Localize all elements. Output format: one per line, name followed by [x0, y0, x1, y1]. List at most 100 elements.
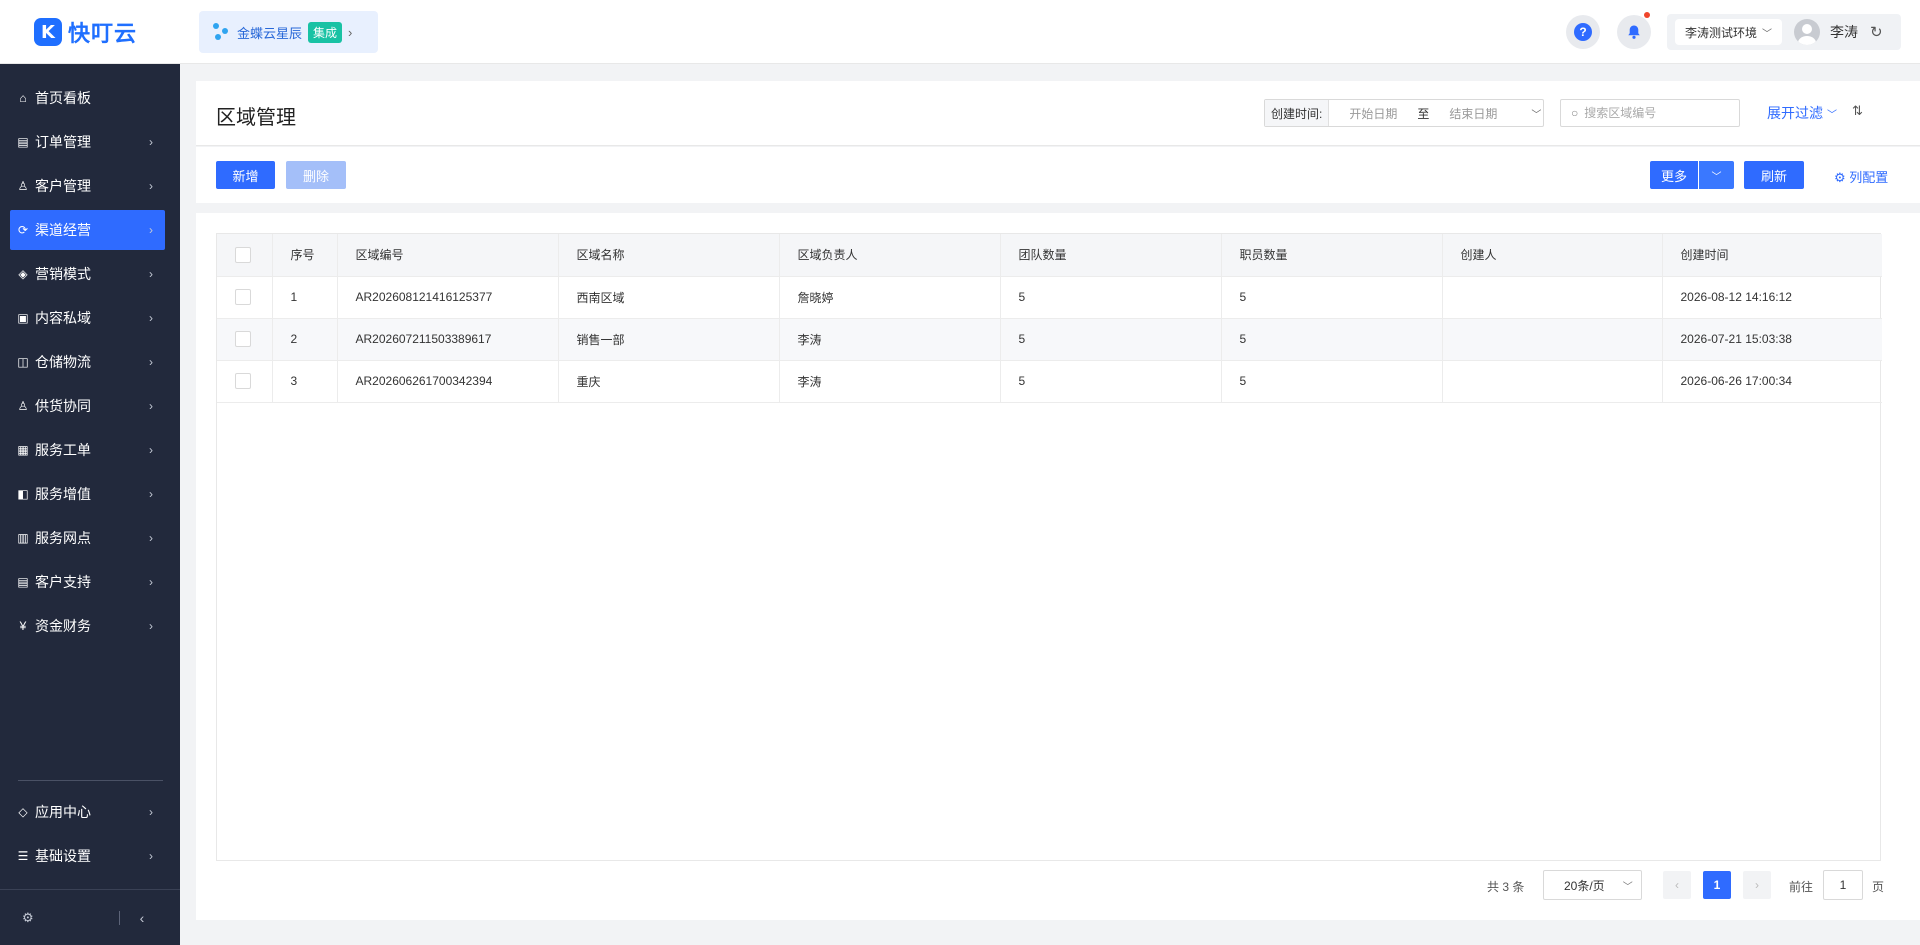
row-checkbox[interactable]	[235, 289, 251, 305]
table-cell: AR202607211503389617	[337, 318, 559, 361]
sidebar-item-channel[interactable]: ⟳ 渠道经营 ›	[10, 210, 165, 250]
sidebar-item-support[interactable]: ▤ 客户支持 ›	[10, 562, 165, 602]
sidebar-item-label: 首页看板	[35, 90, 91, 106]
notification-button[interactable]	[1617, 12, 1651, 49]
page-size-value: 20条/页	[1564, 878, 1605, 893]
table-panel: 序号 区域编号 区域名称 区域负责人 团队数量 职员数量 创建人 创建时间 1 AR202608…	[196, 213, 1920, 920]
select-all-cell	[217, 234, 273, 277]
sidebar-item-label: 订单管理	[35, 134, 91, 150]
more-dropdown[interactable]: 更多 ﹀	[1650, 161, 1734, 189]
search-input[interactable]	[1584, 106, 1715, 120]
sidebar-item-home[interactable]: ⌂ 首页看板	[10, 78, 165, 118]
table-row[interactable]: 3 AR202606261700342394 重庆 李涛 5 5 2026-06-26 17…	[217, 360, 1882, 403]
support-icon: ▤	[17, 575, 29, 589]
table-row[interactable]: 2 AR202607211503389617 销售一部 李涛 5 5 2026-07-21 …	[217, 318, 1882, 361]
table-cell	[1442, 318, 1663, 361]
sort-icon[interactable]: ⇅	[1852, 103, 1863, 119]
chevron-right-icon: ›	[149, 805, 153, 819]
chevron-right-icon: ›	[149, 135, 153, 149]
page-1-button[interactable]: 1	[1703, 871, 1731, 899]
data-table-container: 序号 区域编号 区域名称 区域负责人 团队数量 职员数量 创建人 创建时间 1 AR202608…	[216, 233, 1882, 861]
page-header: 区域管理 创建时间: 开始日期 至 结束日期 ﹀ ○ 展开过滤 ﹀ ⇅	[196, 81, 1920, 146]
chevron-right-icon: ›	[149, 399, 153, 413]
sidebar-item-label: 服务工单	[35, 442, 91, 458]
chevron-down-icon: ﹀	[1827, 110, 1837, 121]
table-cell: 销售一部	[558, 318, 780, 361]
created-time-label: 创建时间:	[1265, 100, 1330, 126]
ticket-icon: ▦	[17, 443, 29, 457]
row-checkbox[interactable]	[235, 331, 251, 347]
table-row[interactable]: 1 AR202608121416125377 西南区域 詹晓婷 5 5 2026-08-12…	[217, 276, 1882, 319]
delete-button[interactable]: 删除	[286, 161, 346, 189]
row-checkbox[interactable]	[235, 373, 251, 389]
sidebar-item-label: 客户支持	[35, 574, 91, 590]
settings-list-icon: ☰	[17, 849, 29, 863]
sidebar-item-store[interactable]: ▥ 服务网点 ›	[10, 518, 165, 558]
table-cell: AR202606261700342394	[337, 360, 559, 403]
table-cell: 2026-06-26 17:00:34	[1662, 360, 1882, 403]
refresh-icon[interactable]: ↻	[1870, 23, 1883, 41]
next-page-button[interactable]: ›	[1743, 871, 1771, 899]
avatar[interactable]	[1794, 19, 1821, 45]
search-box[interactable]: ○	[1560, 99, 1740, 127]
sidebar-item-label: 基础设置	[35, 848, 91, 864]
column-config-button[interactable]: ⚙ 列配置	[1834, 167, 1888, 186]
more-button[interactable]: 更多	[1650, 161, 1698, 189]
table-cell: 2	[272, 318, 338, 361]
table-header-row: 序号 区域编号 区域名称 区域负责人 团队数量 职员数量 创建人 创建时间	[217, 234, 1882, 277]
sidebar-item-label: 仓储物流	[35, 354, 91, 370]
created-date-range[interactable]: 创建时间: 开始日期 至 结束日期 ﹀	[1264, 99, 1544, 127]
sidebar-item-cube[interactable]: ◇ 应用中心 ›	[10, 792, 165, 832]
chevron-right-icon: ›	[149, 575, 153, 589]
sidebar-item-clipboard[interactable]: ▤ 订单管理 ›	[10, 122, 165, 162]
add-button[interactable]: 新增	[216, 161, 275, 189]
sidebar-item-label: 服务网点	[35, 530, 91, 546]
divider	[118, 910, 120, 925]
prev-page-button[interactable]: ‹	[1663, 871, 1691, 899]
select-all-checkbox[interactable]	[235, 246, 251, 263]
data-table: 序号 区域编号 区域名称 区域负责人 团队数量 职员数量 创建人 创建时间 1 AR202608…	[217, 234, 1882, 403]
logo[interactable]: K 快叮云	[34, 17, 137, 47]
start-date-input[interactable]: 开始日期	[1349, 105, 1397, 122]
gear-icon[interactable]: ⚙	[22, 910, 34, 926]
goto-page-input[interactable]	[1823, 870, 1863, 900]
logo-icon: K	[34, 18, 62, 46]
sidebar-item-user[interactable]: ♙ 客户管理 ›	[10, 166, 165, 206]
sidebar-item-tag[interactable]: ◈ 营销模式 ›	[10, 254, 165, 294]
sidebar-item-label: 服务增值	[35, 486, 91, 502]
chevron-right-icon: ›	[149, 267, 153, 281]
column-header: 区域名称	[558, 234, 780, 277]
chevron-right-icon: ›	[149, 179, 153, 193]
channel-icon: ⟳	[17, 223, 29, 237]
page-size-select[interactable]: 20条/页 ﹀	[1543, 870, 1642, 900]
help-button[interactable]: ?	[1566, 15, 1600, 49]
table-cell: 1	[272, 276, 338, 319]
chevron-right-icon: ›	[149, 443, 153, 457]
column-header: 区域编号	[337, 234, 559, 277]
expand-filter-label: 展开过滤	[1767, 105, 1823, 121]
end-date-input[interactable]: 结束日期	[1449, 105, 1497, 122]
environment-select[interactable]: 李涛测试环境 ﹀	[1675, 19, 1783, 45]
pagination: 共 3 条 20条/页 ﹀ ‹ 1 › 前往 页	[196, 870, 1920, 900]
table-cell: 3	[272, 360, 338, 403]
chevron-down-icon[interactable]: ﹀	[1699, 161, 1734, 189]
refresh-button[interactable]: 刷新	[1744, 161, 1804, 189]
chevron-right-icon: ›	[149, 619, 153, 633]
sidebar-item-supplier[interactable]: ♙ 供货协同 ›	[10, 386, 165, 426]
sidebar-item-ticket[interactable]: ▦ 服务工单 ›	[10, 430, 165, 470]
sidebar-item-bag[interactable]: ◧ 服务增值 ›	[10, 474, 165, 514]
chevron-right-icon: ›	[149, 487, 153, 501]
user-name[interactable]: 李涛	[1830, 22, 1858, 42]
collapse-sidebar-icon[interactable]: ‹	[140, 910, 145, 926]
table-cell: 重庆	[558, 360, 780, 403]
table-cell: 5	[1000, 360, 1222, 403]
sidebar-item-warehouse[interactable]: ◫ 仓储物流 ›	[10, 342, 165, 382]
integration-banner[interactable]: 金蝶云星辰 集成 ›	[199, 11, 378, 53]
sidebar-item-image[interactable]: ▣ 内容私域 ›	[10, 298, 165, 338]
user-icon: ♙	[17, 179, 29, 193]
sidebar-item-settings-list[interactable]: ☰ 基础设置 ›	[10, 836, 165, 876]
sidebar-item-yen[interactable]: ¥ 资金财务 ›	[10, 606, 165, 646]
toolbar: 新增 删除 更多 ﹀ 刷新 ⚙ 列配置	[196, 147, 1920, 203]
sidebar-item-label: 应用中心	[35, 804, 91, 820]
expand-filter-button[interactable]: 展开过滤 ﹀	[1767, 103, 1837, 123]
